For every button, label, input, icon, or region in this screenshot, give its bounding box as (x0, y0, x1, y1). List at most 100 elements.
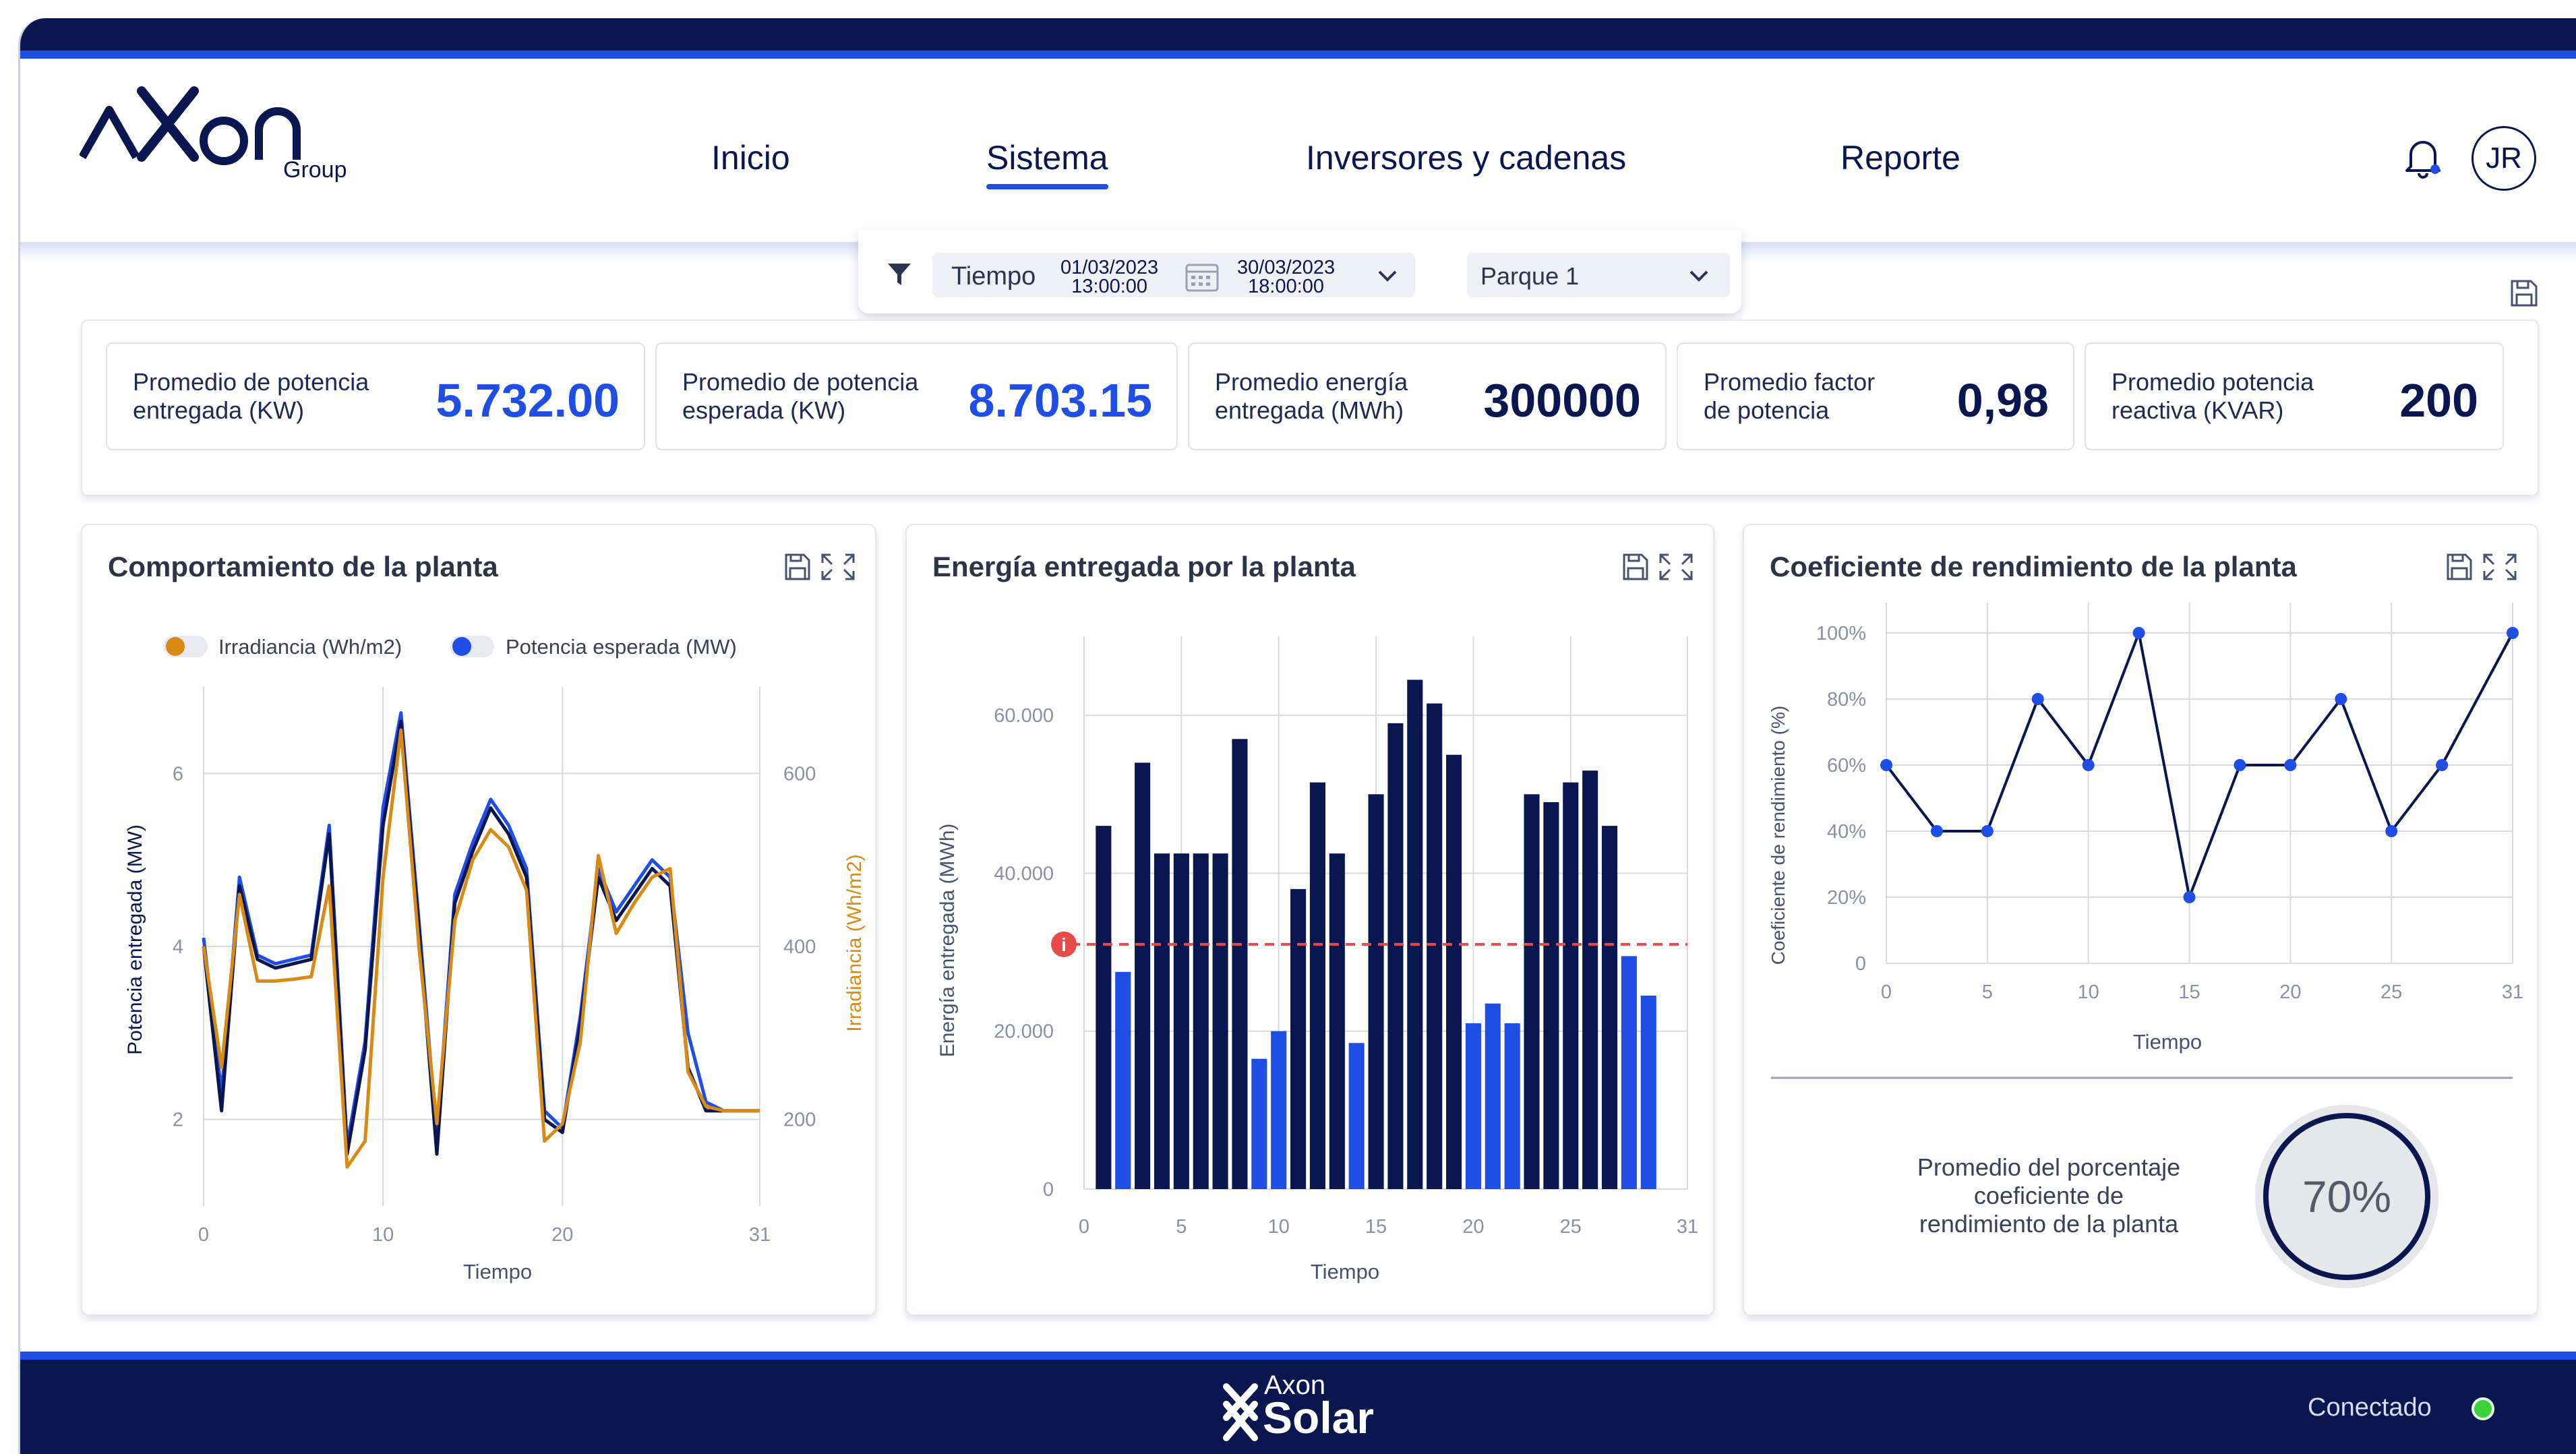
series-line (202, 728, 760, 1169)
kpi-strip: Promedio de potencia entregada (KW) 5.73… (81, 320, 2539, 496)
kpi-label: Promedio energía entregada (MWh) (1215, 368, 1408, 425)
x-tick-label: 0 (198, 1224, 209, 1246)
data-point (1930, 825, 1943, 837)
y-tick-label: 0 (1043, 1179, 1054, 1201)
app-window: Group Inicio Sistema Inversores y cadena… (18, 18, 2576, 1454)
data-point (2132, 627, 2145, 639)
legend-expected-power[interactable]: Potencia esperada (MW) (450, 635, 737, 659)
bar (1601, 826, 1618, 1189)
energy-chart: Energía entregada (MWh) Tiempo 0 5 10 15 20 2… (936, 636, 1698, 1283)
start-datetime[interactable]: 01/03/2023 13:00:00 (1060, 258, 1158, 297)
park-select-value: Parque 1 (1480, 262, 1580, 290)
bar (1271, 1031, 1287, 1189)
filter-icon[interactable] (887, 262, 912, 286)
calendar-icon[interactable] (1185, 261, 1220, 293)
nav-inicio[interactable]: Inicio (711, 138, 790, 177)
bar (1446, 754, 1462, 1189)
y-tick-label: 100% (1816, 623, 1866, 644)
bar (1563, 782, 1579, 1189)
plant-behavior-chart: Irradiancia (Wh/m2) Potencia esperada (M… (124, 635, 866, 1283)
avg-label-line: Promedio del porcentaje (1917, 1153, 2180, 1181)
data-point (2031, 693, 2044, 705)
bar (1193, 853, 1209, 1189)
bar (1485, 1003, 1501, 1189)
bar (1348, 1043, 1365, 1189)
nav-reporte[interactable]: Reporte (1840, 138, 1960, 177)
legend-expected-power-label: Potencia esperada (MW) (506, 635, 737, 659)
x-tick-label: 15 (1365, 1216, 1387, 1238)
data-point (2436, 759, 2449, 771)
avg-label-line: coeficiente de (1974, 1182, 2124, 1209)
kpi-value: 8.703.15 (968, 374, 1152, 427)
y-axis-label: Energía entregada (MWh) (936, 824, 959, 1058)
bar (1465, 1023, 1481, 1189)
data-point (1880, 759, 1892, 771)
data-point (2335, 693, 2347, 705)
plant-behavior-card: Comportamiento de la planta Irradiancia … (81, 524, 876, 1316)
start-time: 13:00:00 (1071, 276, 1148, 297)
kpi-label-line: Promedio de potencia (682, 368, 919, 396)
nav-inversores-y-cadenas[interactable]: Inversores y cadenas (1306, 138, 1626, 177)
kpi-label-line: entregada (KW) (133, 396, 305, 424)
y-tick-label: 40.000 (994, 863, 1054, 884)
chevron-down-icon[interactable] (1685, 265, 1712, 286)
x-tick-label: 0 (1079, 1216, 1089, 1238)
bar (1309, 782, 1325, 1189)
bell-icon[interactable] (2403, 134, 2443, 181)
bar (1212, 853, 1228, 1189)
kpi-label: Promedio de potencia entregada (KW) (133, 368, 369, 425)
performance-gauge: 70% (2255, 1105, 2438, 1288)
bar (1115, 971, 1131, 1189)
axon-logo[interactable]: Group (78, 76, 347, 183)
y2-tick-label: 200 (783, 1110, 816, 1131)
legend-irradiance[interactable]: Irradiancia (Wh/m2) (163, 635, 402, 659)
y-tick-label: 60% (1827, 755, 1866, 777)
kpi-label-line: entregada (MWh) (1215, 396, 1404, 424)
data-point (2234, 759, 2246, 771)
kpi-card: Promedio factor de potencia 0,98 (1677, 342, 2074, 450)
bar (1173, 853, 1189, 1189)
kpi-value: 5.732.00 (436, 374, 620, 427)
y-tick-label: 40% (1827, 821, 1866, 843)
y-axis-label: Coeficiente de rendimiento (%) (1768, 706, 1789, 965)
energy-card: Energía entregada por la planta Energía … (905, 524, 1714, 1316)
x-tick-label: 20 (2279, 981, 2301, 1003)
bar (1154, 853, 1170, 1189)
bar (1387, 723, 1404, 1189)
y2-tick-label: 600 (783, 763, 816, 785)
kpi-label-line: reactiva (KVAR) (2111, 396, 2284, 424)
end-datetime[interactable]: 30/03/2023 18:00:00 (1237, 257, 1336, 297)
kpi-label-line: Promedio factor (1704, 368, 1876, 396)
save-icon[interactable] (2509, 278, 2539, 308)
end-date: 30/03/2023 (1237, 257, 1336, 278)
kpi-label-line: Promedio energía (1215, 368, 1408, 396)
park-select[interactable]: Parque 1 (1467, 253, 1730, 297)
performance-card: Coeficiente de rendimiento de la planta … (1743, 524, 2538, 1316)
kpi-card: Promedio potencia reactiva (KVAR) 200 (2085, 342, 2504, 450)
user-avatar[interactable]: JR (2472, 126, 2536, 191)
kpi-label: Promedio potencia reactiva (KVAR) (2111, 368, 2314, 425)
kpi-value: 200 (2399, 374, 2478, 427)
time-range-select[interactable]: Tiempo 01/03/2023 13:00:00 30/03/2023 18… (932, 253, 1415, 297)
x-tick-label: 10 (372, 1224, 394, 1246)
bar (1096, 826, 1112, 1189)
bar (1543, 802, 1559, 1189)
x-axis-label: Tiempo (463, 1260, 532, 1283)
status-dot-icon (2472, 1397, 2494, 1420)
footer: Axon Solar Conectado (20, 1352, 2576, 1454)
x-tick-label: 31 (1677, 1216, 1698, 1238)
y-tick-label: 2 (173, 1110, 183, 1131)
chevron-down-icon[interactable] (1374, 265, 1401, 286)
connection-status: Conectado (2308, 1393, 2432, 1422)
y-axis-label: Potencia entregada (MW) (124, 824, 146, 1055)
nav-sistema[interactable]: Sistema (986, 138, 1108, 189)
bar (1407, 679, 1423, 1189)
y-tick-label: 20.000 (994, 1021, 1054, 1043)
x-axis-label: Tiempo (2133, 1030, 2202, 1054)
bar (1329, 853, 1345, 1189)
info-icon[interactable]: i (1051, 931, 1077, 957)
info-icon-glyph: i (1061, 934, 1067, 955)
kpi-label-line: Promedio de potencia (133, 368, 369, 396)
bar (1582, 770, 1598, 1189)
data-point (2284, 759, 2297, 771)
